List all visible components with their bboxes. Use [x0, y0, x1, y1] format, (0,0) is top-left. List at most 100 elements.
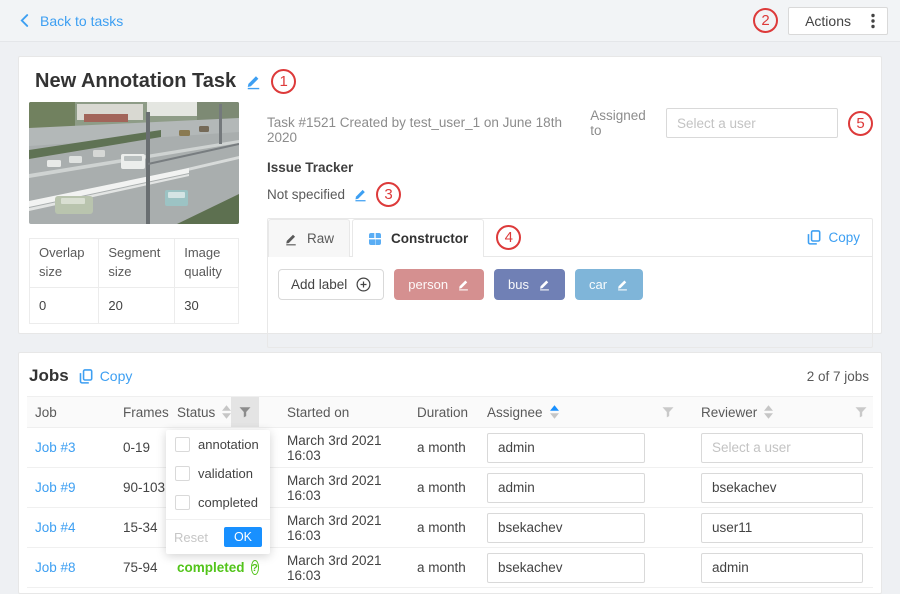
param-header-segment: Segment size: [99, 239, 175, 288]
pencil-icon: [284, 232, 298, 246]
job-8-frames: 75-94: [115, 560, 169, 575]
jobs-table-header: Job Frames Status Started on Duration As…: [27, 396, 873, 428]
actions-button[interactable]: Actions: [788, 7, 888, 35]
tab-raw[interactable]: Raw: [268, 219, 350, 257]
add-label-text: Add label: [291, 277, 347, 292]
job-8-link[interactable]: Job #8: [35, 560, 76, 575]
param-value-quality: 30: [175, 287, 239, 323]
sort-icon-status[interactable]: [222, 405, 231, 419]
filter-reset-button[interactable]: Reset: [174, 530, 208, 545]
tab-constructor[interactable]: Constructor: [352, 219, 484, 257]
job-4-duration: a month: [417, 520, 487, 535]
job-3-link[interactable]: Job #3: [35, 440, 76, 455]
job-row-8: Job #8 75-94 completed March 3rd 2021 16…: [27, 548, 873, 588]
job-8-assignee-input[interactable]: [487, 553, 645, 583]
edit-label-icon[interactable]: [616, 278, 629, 291]
edit-issue-tracker-icon[interactable]: [353, 187, 368, 202]
checkbox-annotation[interactable]: [175, 437, 190, 452]
filter-icon-assignee[interactable]: [647, 397, 689, 427]
filter-option-annotation[interactable]: annotation: [166, 430, 270, 459]
question-circle-icon[interactable]: [251, 560, 259, 575]
job-4-reviewer-input[interactable]: [701, 513, 863, 543]
task-meta-text: Task #1521 Created by test_user_1 on Jun…: [267, 108, 590, 145]
column-header-reviewer[interactable]: Reviewer: [689, 397, 849, 427]
filter-option-validation-label: validation: [198, 466, 253, 481]
status-filter-dropdown: annotation validation completed Reset OK: [166, 430, 270, 554]
labels-copy-label: Copy: [828, 230, 860, 245]
task-preview-image: [29, 102, 239, 224]
param-header-quality: Image quality: [175, 239, 239, 288]
checkbox-validation[interactable]: [175, 466, 190, 481]
label-person-name: person: [408, 277, 448, 292]
column-header-job: Job: [27, 397, 115, 427]
job-9-duration: a month: [417, 480, 487, 495]
job-8-started: March 3rd 2021 16:03: [259, 553, 417, 583]
assigned-to-label: Assigned to: [590, 108, 656, 138]
annotation-marker-3: 3: [376, 182, 401, 207]
add-label-button[interactable]: Add label: [278, 269, 384, 300]
label-chip-person[interactable]: person: [394, 269, 484, 300]
annotation-marker-4: 4: [496, 225, 521, 250]
sort-icon-reviewer[interactable]: [764, 405, 773, 419]
job-3-assignee-input[interactable]: [487, 433, 645, 463]
jobs-count: 2 of 7 jobs: [807, 369, 869, 384]
label-bus-name: bus: [508, 277, 529, 292]
labels-copy-link[interactable]: Copy: [807, 230, 872, 245]
label-chip-car[interactable]: car: [575, 269, 643, 300]
task-parameters-table: Overlap size Segment size Image quality …: [29, 238, 239, 324]
task-title: New Annotation Task: [35, 70, 236, 93]
column-header-started-on: Started on: [259, 397, 417, 427]
jobs-card: Jobs Copy 2 of 7 jobs Job Frames Status …: [18, 352, 882, 594]
column-header-frames: Frames: [115, 397, 169, 427]
sort-icon-assignee-ascending[interactable]: [550, 405, 559, 419]
job-9-link[interactable]: Job #9: [35, 480, 76, 495]
param-header-overlap: Overlap size: [30, 239, 99, 288]
edit-task-name-icon[interactable]: [245, 73, 262, 90]
job-9-reviewer-input[interactable]: [701, 473, 863, 503]
job-9-frames: 90-103: [115, 480, 169, 495]
constructor-blocks-icon: [368, 232, 382, 246]
job-9-assignee-input[interactable]: [487, 473, 645, 503]
job-4-frames: 15-34: [115, 520, 169, 535]
filter-option-validation[interactable]: validation: [166, 459, 270, 488]
edit-label-icon[interactable]: [457, 278, 470, 291]
labels-editor: Raw Constructor 4 Copy: [267, 218, 873, 348]
column-header-duration: Duration: [417, 397, 487, 427]
job-8-reviewer-input[interactable]: [701, 553, 863, 583]
jobs-copy-link[interactable]: Copy: [79, 368, 133, 384]
job-3-reviewer-input[interactable]: [701, 433, 863, 463]
more-vertical-icon[interactable]: [871, 13, 875, 29]
back-to-tasks-link[interactable]: Back to tasks: [18, 13, 123, 29]
job-8-status: completed: [169, 560, 231, 575]
back-to-tasks-label: Back to tasks: [40, 13, 123, 29]
label-chip-bus[interactable]: bus: [494, 269, 565, 300]
filter-ok-button[interactable]: OK: [224, 527, 262, 547]
job-3-started: March 3rd 2021 16:03: [259, 433, 417, 463]
job-row-4: Job #4 15-34 March 3rd 2021 16:03 a mont…: [27, 508, 873, 548]
job-4-link[interactable]: Job #4: [35, 520, 76, 535]
column-header-assignee[interactable]: Assignee: [487, 397, 647, 427]
copy-icon: [79, 369, 93, 384]
filter-icon-status[interactable]: [231, 397, 259, 427]
assigned-to-input[interactable]: [666, 108, 838, 138]
filter-option-completed-label: completed: [198, 495, 258, 510]
top-bar: Back to tasks 2 Actions: [0, 0, 900, 42]
edit-label-icon[interactable]: [538, 278, 551, 291]
issue-tracker-value: Not specified: [267, 187, 345, 202]
annotation-marker-5: 5: [848, 111, 873, 136]
param-value-overlap: 0: [30, 287, 99, 323]
job-4-assignee-input[interactable]: [487, 513, 645, 543]
param-value-segment: 20: [99, 287, 175, 323]
issue-tracker-label: Issue Tracker: [267, 160, 873, 175]
checkbox-completed[interactable]: [175, 495, 190, 510]
job-3-duration: a month: [417, 440, 487, 455]
label-car-name: car: [589, 277, 607, 292]
filter-option-completed[interactable]: completed: [166, 488, 270, 517]
column-header-status[interactable]: Status: [169, 397, 231, 427]
filter-option-annotation-label: annotation: [198, 437, 259, 452]
copy-icon: [807, 230, 821, 245]
job-3-frames: 0-19: [115, 440, 169, 455]
chevron-left-icon: [18, 14, 31, 27]
tab-raw-label: Raw: [307, 231, 334, 246]
filter-icon-reviewer[interactable]: [849, 397, 873, 427]
